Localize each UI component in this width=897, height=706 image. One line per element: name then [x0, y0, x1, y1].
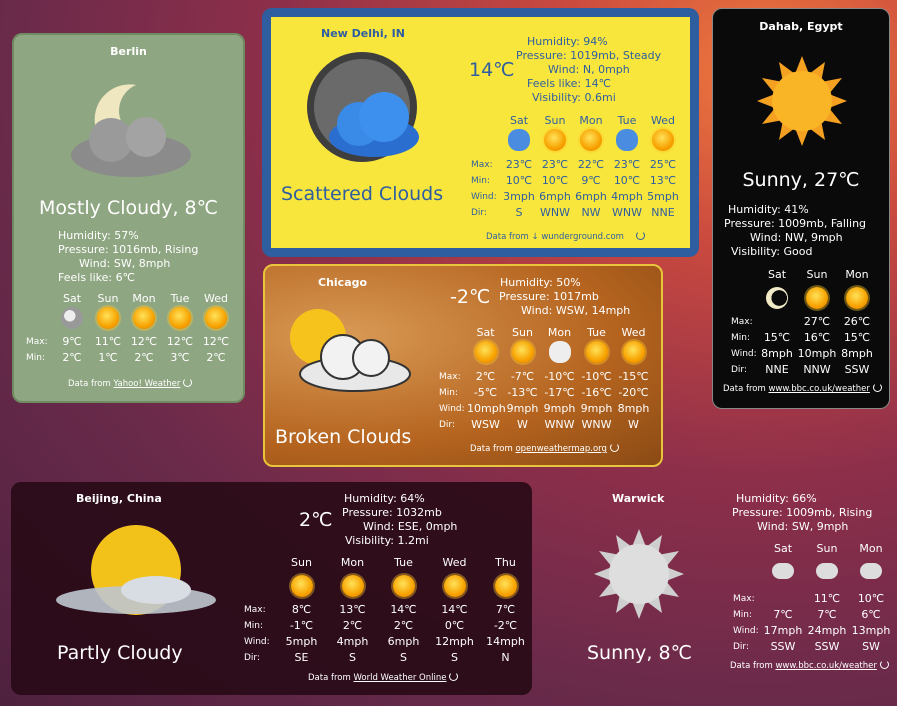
sun-icon: [757, 56, 847, 146]
sun-cloud-icon: [290, 309, 411, 392]
beijing-widget: Beijing, China Partly Cloudy 2℃ Humidity…: [11, 482, 532, 695]
sun-cloud-icon: [198, 307, 234, 334]
city-name: Beijing, China: [76, 492, 162, 505]
chicago-widget: Chicago Broken Clouds -2℃ Humidity: 50% …: [263, 264, 663, 467]
sun-cloud-icon: [504, 341, 541, 369]
forecast-table: Sat Sun Mon Max: 27℃ 26℃ Min: 15℃ 16℃ 15℃ Wind:…: [731, 267, 877, 378]
data-source: Data from Yahoo! Weather: [68, 378, 193, 389]
data-source: Data from openweathermap.org: [470, 443, 619, 454]
details: Humidity: 50% Pressure: 1017mb Wind: WSW…: [499, 276, 631, 317]
forecast-table: Sat Sun Mon Tue Wed Max: 2℃ -7℃ -10℃ -10℃ -15℃ Mi…: [439, 325, 652, 433]
current-temp: 2℃: [299, 509, 333, 531]
cloud-icon: [805, 557, 849, 591]
data-source: Data from www.bbc.co.uk/weather: [723, 383, 882, 394]
city-name: Warwick: [612, 492, 665, 505]
cloud-icon: [307, 52, 419, 162]
refresh-icon[interactable]: [879, 660, 889, 669]
sun-icon: [578, 341, 615, 369]
data-source: Data from World Weather Online: [308, 672, 459, 683]
refresh-icon[interactable]: [872, 383, 882, 392]
sun-icon: [797, 283, 837, 314]
source-link[interactable]: wunderground.com: [541, 232, 624, 242]
city-name: New Delhi, IN: [321, 27, 405, 40]
source-link[interactable]: openweathermap.org: [515, 444, 606, 454]
city-name: Chicago: [318, 276, 368, 289]
refresh-icon[interactable]: [609, 443, 619, 452]
sun-icon: [615, 341, 652, 369]
sun-icon: [126, 307, 162, 334]
current-condition: Scattered Clouds: [281, 183, 444, 205]
current-condition: Sunny, 8℃: [587, 642, 692, 664]
current-condition: Mostly Cloudy, 8℃: [39, 197, 218, 219]
details: Humidity: 64% Pressure: 1032mb Wind: ESE…: [342, 492, 458, 547]
moon-cloud-icon: [71, 84, 191, 177]
wunderground-logo: ↓: [531, 232, 539, 242]
sun-cloud-icon: [90, 307, 126, 334]
sun-icon: [276, 571, 327, 601]
current-temp: 14℃: [469, 59, 515, 81]
source-link[interactable]: www.bbc.co.uk/weather: [775, 661, 876, 671]
forecast-table: Sat Sun Mon Tue Wed Max: 23℃ 23℃ 22℃ 23℃ 25℃ Min:…: [471, 113, 681, 221]
delhi-widget: New Delhi, IN Scattered Clouds 14℃ Humid…: [262, 8, 699, 257]
sun-icon: [429, 571, 480, 602]
rain-cloud-icon: [609, 129, 645, 157]
warwick-widget: Warwick Sunny, 8℃ Humidity: 66% Pressure…: [580, 482, 892, 695]
sun-cloud-icon: [537, 129, 573, 157]
current-condition: Broken Clouds: [275, 426, 412, 448]
data-source: Data from ↓ wunderground.com: [486, 231, 645, 242]
sun-icon: [594, 529, 684, 619]
rain-cloud-icon: [501, 129, 537, 157]
details: Humidity: 94% Pressure: 1019mb, Steady W…: [516, 35, 662, 104]
snow-cloud-icon: [849, 557, 893, 591]
forecast-table: Sun Mon Tue Wed Thu Max: 8℃ 13℃ 14℃ 14℃ 7℃ Min: -1…: [244, 555, 531, 666]
refresh-icon[interactable]: [183, 378, 193, 387]
sun-cloud-icon: [162, 307, 198, 334]
forecast-table: Sat Sun Mon Max: 11℃ 10℃ Min: 7℃ 7℃ 6℃ Wind: 17m…: [733, 541, 893, 655]
sun-icon: [327, 571, 378, 602]
dahab-widget: Dahab, Egypt Sunny, 27℃ Humidity: 41% Pr…: [712, 8, 890, 409]
details: Humidity: 66% Pressure: 1009mb, Rising W…: [732, 492, 873, 533]
details: Humidity: 57% Pressure: 1016mb, Rising W…: [58, 229, 199, 284]
current-condition: Partly Cloudy: [57, 642, 183, 664]
sun-icon: [837, 283, 877, 314]
city-name: Dahab, Egypt: [759, 20, 843, 33]
sun-cloud-icon: [480, 571, 531, 602]
sun-cloud-icon: [645, 129, 681, 157]
sun-icon: [378, 571, 429, 602]
source-link[interactable]: www.bbc.co.uk/weather: [768, 384, 869, 394]
snow-cloud-icon: [541, 341, 578, 369]
moon-icon: [757, 283, 797, 313]
refresh-icon[interactable]: [449, 672, 459, 681]
moon-cloud-icon: [54, 307, 90, 333]
city-name: Berlin: [110, 45, 147, 58]
forecast-table: Sat Sun Mon Tue Wed Max: 9℃ 11℃ 12℃ 12℃ 12℃ Min: 2…: [26, 291, 234, 366]
current-temp: -2℃: [450, 286, 491, 308]
sun-cloud-icon: [467, 341, 504, 369]
refresh-icon[interactable]: [635, 231, 645, 240]
current-condition: Sunny, 27℃: [742, 169, 860, 191]
sun-icon: [573, 129, 609, 157]
source-link[interactable]: Yahoo! Weather: [113, 379, 180, 389]
berlin-widget: Berlin Mostly Cloudy, 8℃ Humidity: 57% P…: [12, 33, 245, 403]
data-source: Data from www.bbc.co.uk/weather: [730, 660, 889, 671]
source-link[interactable]: World Weather Online: [353, 673, 446, 683]
cloud-icon: [761, 557, 805, 591]
sun-cloud-icon: [56, 525, 216, 615]
details: Humidity: 41% Pressure: 1009mb, Falling …: [724, 203, 867, 258]
